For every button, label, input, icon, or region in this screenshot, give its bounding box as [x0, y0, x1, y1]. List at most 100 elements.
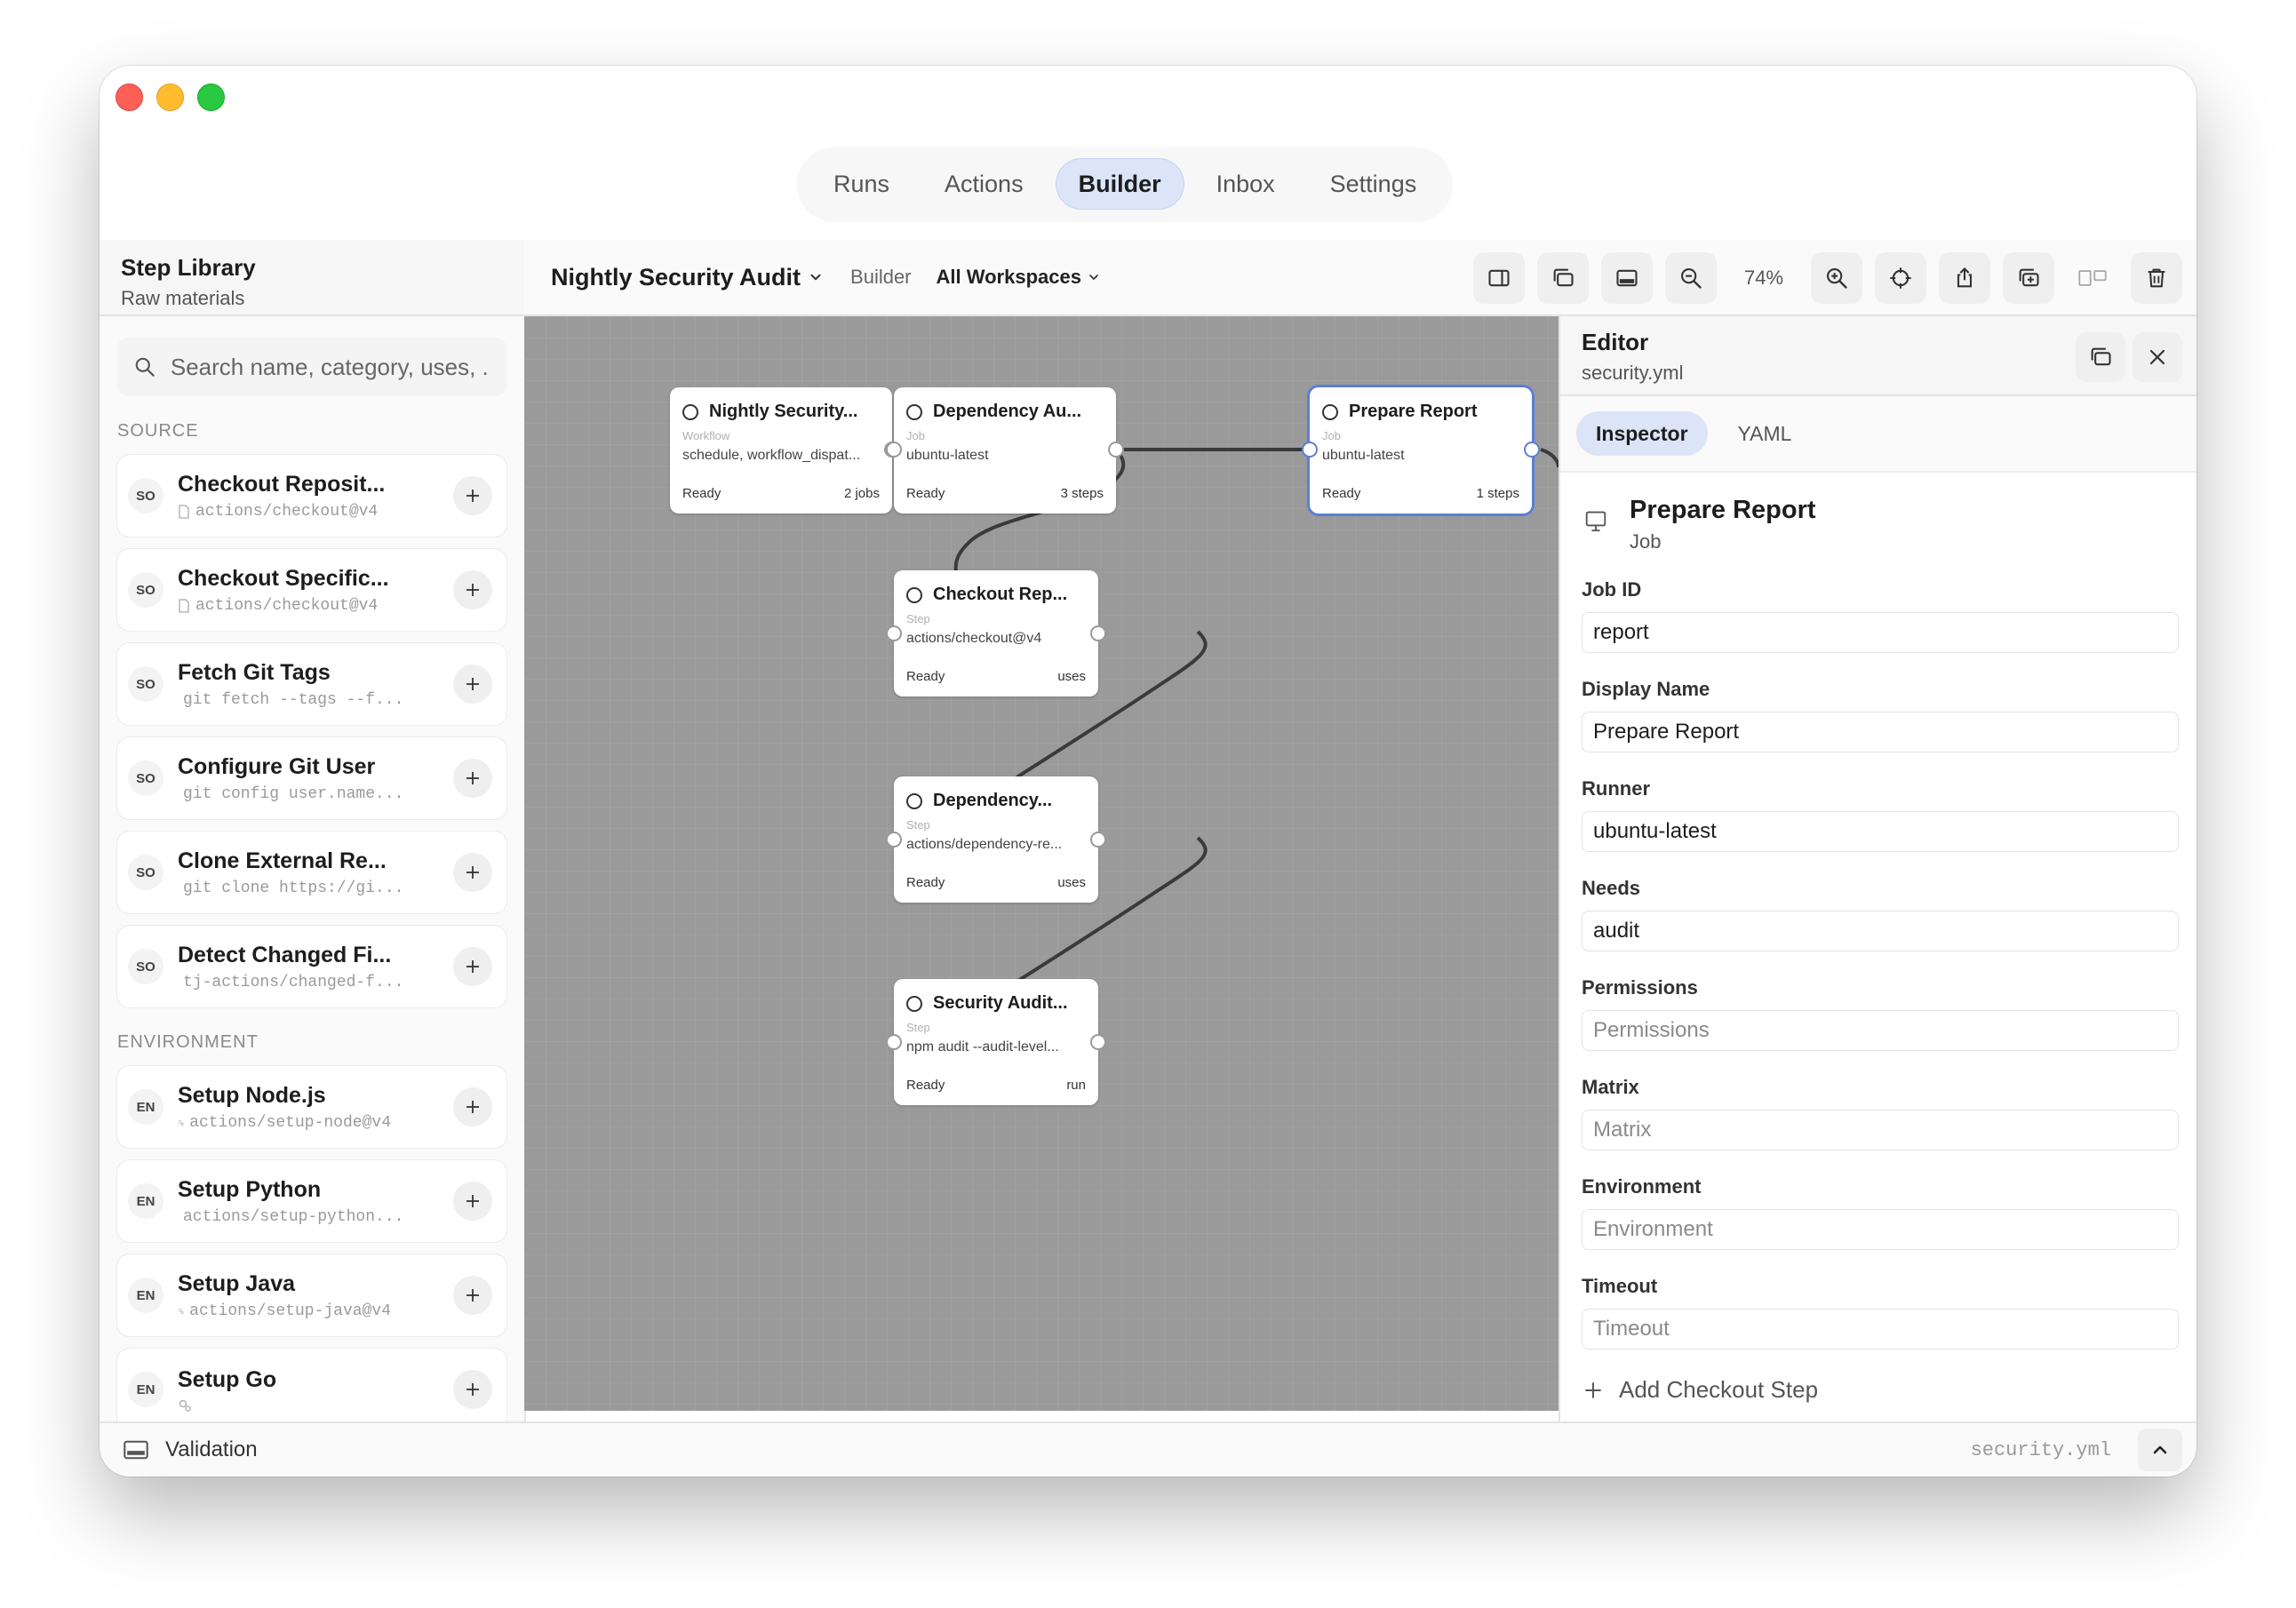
- library-item[interactable]: SO Configure Git User git config user.name…: [117, 737, 506, 819]
- node-workflow[interactable]: Nightly Security... Workflow schedule, w…: [670, 387, 892, 513]
- node-security-audit-step[interactable]: Security Audit... Step npm audit --audit…: [894, 979, 1098, 1105]
- add-checkout-step-button[interactable]: Add Checkout Step: [1582, 1376, 2196, 1404]
- expand-panel-button[interactable]: [2138, 1429, 2182, 1471]
- node-output-port[interactable]: [1524, 442, 1540, 458]
- workflow-selector[interactable]: Nightly Security Audit: [551, 264, 824, 291]
- zoom-window-button[interactable]: [197, 84, 225, 111]
- share-icon: [1957, 267, 1973, 288]
- library-item[interactable]: SO Checkout Reposit... actions/checkout@v4: [117, 455, 506, 537]
- zoom-in-icon: [1827, 268, 1847, 289]
- library-item[interactable]: SO Detect Changed Fi... tj-actions/changed…: [117, 926, 506, 1007]
- selected-node-name: Prepare Report: [1630, 496, 1816, 524]
- builder-canvas[interactable]: Nightly Security... Workflow schedule, w…: [524, 316, 1559, 1411]
- align-button[interactable]: [2067, 252, 2118, 304]
- add-step-button[interactable]: [453, 1276, 492, 1315]
- tab-runs[interactable]: Runs: [810, 158, 913, 210]
- duplicate-button[interactable]: [1537, 252, 1589, 304]
- workspace-name: All Workspaces: [936, 266, 1081, 288]
- node-output-port[interactable]: [1108, 442, 1124, 458]
- plus-icon: [466, 960, 479, 973]
- node-input-port[interactable]: [886, 442, 902, 458]
- node-output-port[interactable]: [1090, 832, 1106, 848]
- zoom-out-button[interactable]: [1665, 252, 1717, 304]
- display-name-field[interactable]: [1582, 712, 2179, 752]
- add-copy-icon: [2019, 268, 2039, 287]
- toggle-inspector-button[interactable]: [1473, 252, 1525, 304]
- node-detail: ubuntu-latest: [906, 448, 989, 463]
- add-step-button[interactable]: [453, 1087, 492, 1126]
- tab-inspector[interactable]: Inspector: [1576, 411, 1708, 456]
- editor-close-button[interactable]: [2133, 332, 2182, 382]
- tab-settings[interactable]: Settings: [1307, 158, 1440, 210]
- tab-builder[interactable]: Builder: [1055, 158, 1184, 210]
- node-input-port[interactable]: [886, 625, 902, 641]
- library-item-uses-text: tj-actions/changed-f...: [183, 973, 404, 991]
- permissions-field[interactable]: [1582, 1010, 2179, 1051]
- library-item[interactable]: EN Setup Python actions/setup-python...: [117, 1160, 506, 1242]
- needs-label: Needs: [1582, 877, 1641, 899]
- add-step-button[interactable]: [453, 476, 492, 515]
- search-input[interactable]: [168, 352, 490, 382]
- add-step-button[interactable]: [453, 759, 492, 798]
- builder-toolbar: Nightly Security Audit Builder All Works…: [524, 240, 2196, 316]
- matrix-field[interactable]: [1582, 1110, 2179, 1150]
- node-checkout-step[interactable]: Checkout Rep... Step actions/checkout@v4…: [894, 570, 1098, 697]
- node-output-port[interactable]: [1090, 1034, 1106, 1050]
- workspace-selector[interactable]: All Workspaces: [937, 266, 1101, 289]
- tab-actions[interactable]: Actions: [921, 158, 1047, 210]
- library-item[interactable]: EN Setup Node.js actions/setup-node@v4: [117, 1066, 506, 1148]
- share-button[interactable]: [1939, 252, 1990, 304]
- gears-icon: [178, 1119, 184, 1126]
- minimize-window-button[interactable]: [156, 84, 184, 111]
- category-badge: SO: [128, 760, 163, 796]
- add-step-button[interactable]: [453, 665, 492, 704]
- library-item[interactable]: SO Clone External Re... git clone https://…: [117, 832, 506, 913]
- category-badge: SO: [128, 855, 163, 890]
- recenter-button[interactable]: [1875, 252, 1926, 304]
- library-item[interactable]: EN Setup Go: [117, 1349, 506, 1421]
- app-window: Runs Actions Builder Inbox Settings Step…: [100, 66, 2196, 1477]
- validation-toggle[interactable]: Validation: [123, 1437, 258, 1462]
- node-meta: uses: [1057, 875, 1086, 890]
- library-item-uses: git fetch --tags --f...: [178, 691, 403, 709]
- needs-field[interactable]: [1582, 911, 2179, 951]
- node-prepare-report-job[interactable]: Prepare Report Job ubuntu-latest Ready 1 …: [1310, 387, 1532, 513]
- library-item-uses: actions/setup-python...: [178, 1208, 403, 1226]
- chevron-down-icon: [810, 274, 821, 281]
- node-input-port[interactable]: [886, 1034, 902, 1050]
- runner-field[interactable]: [1582, 811, 2179, 852]
- zoom-in-button[interactable]: [1811, 252, 1862, 304]
- toggle-bottom-panel-button[interactable]: [1601, 252, 1653, 304]
- node-output-port[interactable]: [1090, 625, 1106, 641]
- environment-field[interactable]: [1582, 1209, 2179, 1250]
- sidebar-header: Step Library Raw materials: [100, 240, 524, 316]
- add-step-button[interactable]: [453, 1182, 492, 1221]
- file-icon: [179, 504, 189, 519]
- delete-button[interactable]: [2131, 252, 2182, 304]
- job-id-label: Job ID: [1582, 578, 1642, 601]
- library-item[interactable]: SO Fetch Git Tags git fetch --tags --f...: [117, 643, 506, 725]
- gears-icon: [179, 1399, 191, 1412]
- node-dependency-step[interactable]: Dependency... Step actions/dependency-re…: [894, 776, 1098, 903]
- library-item[interactable]: EN Setup Java actions/setup-java@v4: [117, 1254, 506, 1336]
- node-input-port[interactable]: [1302, 442, 1318, 458]
- tab-yaml[interactable]: YAML: [1718, 411, 1812, 456]
- library-item[interactable]: SO Checkout Specific... actions/checkout@v…: [117, 549, 506, 631]
- timeout-field[interactable]: [1582, 1309, 2179, 1349]
- add-node-button[interactable]: [2003, 252, 2054, 304]
- job-id-field[interactable]: [1582, 612, 2179, 653]
- add-step-button[interactable]: [453, 570, 492, 609]
- tab-inbox[interactable]: Inbox: [1193, 158, 1298, 210]
- node-status: Ready: [906, 669, 945, 684]
- close-window-button[interactable]: [116, 84, 143, 111]
- editor-duplicate-button[interactable]: [2076, 332, 2125, 382]
- node-input-port[interactable]: [886, 832, 902, 848]
- status-circle-icon: [906, 586, 922, 603]
- node-kind: Step: [906, 1021, 930, 1034]
- node-dependency-audit-job[interactable]: Dependency Au... Job ubuntu-latest Ready…: [894, 387, 1116, 513]
- add-step-button[interactable]: [453, 853, 492, 892]
- toolbar-icons: 74%: [1473, 252, 2182, 304]
- library-item-uses-text: actions/checkout@v4: [195, 596, 379, 615]
- add-step-button[interactable]: [453, 947, 492, 986]
- add-step-button[interactable]: [453, 1370, 492, 1409]
